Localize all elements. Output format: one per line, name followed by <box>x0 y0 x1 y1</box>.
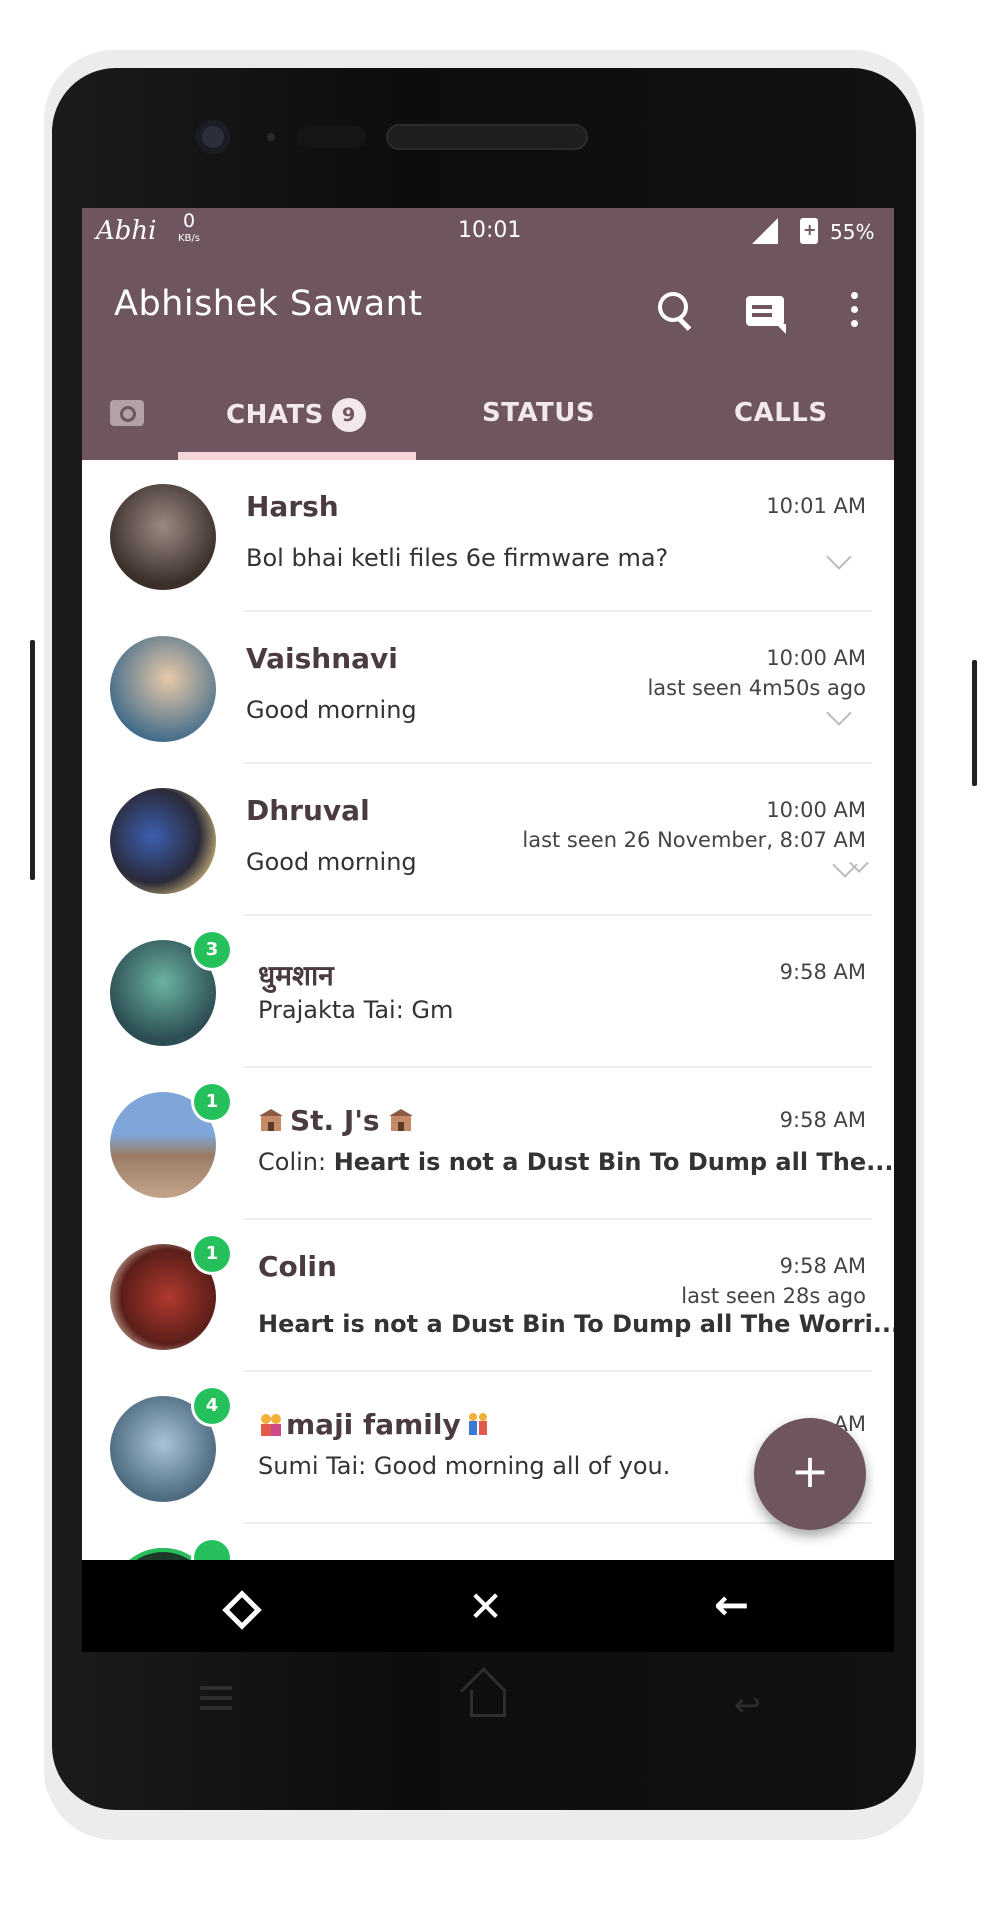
search-lens <box>658 292 688 322</box>
message-text: Heart is not a Dust Bin To Dump all The.… <box>333 1148 894 1176</box>
message-time: 10:01 AM <box>766 494 866 518</box>
sent-tick-icon <box>826 700 852 726</box>
avatar <box>110 484 216 590</box>
contact-name: Vaishnavi <box>246 642 398 675</box>
list-item[interactable]: 1 Colin 9:58 AM last seen 28s ago Heart … <box>82 1220 894 1372</box>
message-sender: Sumi Tai: <box>258 1452 374 1480</box>
list-item[interactable]: Harsh 10:01 AM Bol bhai ketli files 6e f… <box>82 460 894 612</box>
battery-percent: 55% <box>830 220 875 244</box>
network-speed: 0 KB/s <box>178 212 200 248</box>
last-message: Bol bhai ketli files 6e firmware ma? <box>246 544 669 572</box>
status-bar: Abhi 0 KB/s 10:01 55% <box>82 208 894 258</box>
front-camera <box>196 120 230 154</box>
screen: Abhi 0 KB/s 10:01 55% Abhishek Sawant CH… <box>82 208 894 1652</box>
hardware-menu-icon[interactable] <box>200 1686 232 1690</box>
tab-bar: CHATS 9 STATUS CALLS <box>82 364 894 460</box>
last-seen: last seen 28s ago <box>681 1284 866 1308</box>
search-icon[interactable] <box>650 286 700 336</box>
message-text: Heart is not a Dust Bin To Dump all The … <box>258 1310 894 1338</box>
message-time: 9:58 AM <box>779 960 866 984</box>
new-message-fab[interactable]: + <box>754 1418 866 1530</box>
unread-badge: 1 <box>194 1236 230 1272</box>
tab-chats-badge: 9 <box>331 398 366 432</box>
back-arrow-icon[interactable]: ← <box>714 1580 749 1629</box>
group-name-text: maji family <box>286 1408 461 1441</box>
sent-tick-icon <box>826 544 852 570</box>
speed-unit: KB/s <box>178 233 200 244</box>
message-text: Good morning all of you. <box>373 1452 671 1480</box>
last-seen: last seen 26 November, 8:07 AM <box>522 828 866 852</box>
proximity-sensor <box>267 133 275 141</box>
group-name: St. J's <box>258 1104 420 1137</box>
tab-status[interactable]: STATUS <box>482 398 595 428</box>
message-time: 10:00 AM <box>766 798 866 822</box>
more-vert-icon[interactable] <box>830 286 880 336</box>
group-name: धुमशान <box>258 959 334 992</box>
list-item[interactable]: 3 धुमशान 9:58 AM Prajakta Tai: Gm <box>82 916 894 1068</box>
contact-name: Harsh <box>246 490 339 523</box>
tab-chats[interactable]: CHATS 9 <box>226 398 366 432</box>
search-handle <box>676 316 692 331</box>
last-message: Good morning <box>246 848 417 876</box>
family-emoji-icon <box>258 1411 284 1437</box>
hardware-home-icon[interactable] <box>470 1690 506 1717</box>
couple-emoji-icon <box>465 1411 491 1437</box>
last-message: Heart is not a Dust Bin To Dump all The … <box>258 1310 894 1338</box>
school-emoji-icon <box>258 1107 284 1133</box>
school-emoji-icon <box>388 1107 414 1133</box>
speed-value: 0 <box>182 210 196 232</box>
new-chat-icon[interactable] <box>738 286 788 336</box>
volume-button <box>30 640 35 880</box>
carrier-label: Abhi <box>96 216 157 246</box>
app-bar: Abhishek Sawant <box>82 258 894 364</box>
list-item[interactable]: 1 St. J's 9:58 AM Colin: Heart is not a … <box>82 1068 894 1220</box>
last-message: Prajakta Tai: Gm <box>258 996 453 1024</box>
contact-name: Dhruval <box>246 794 370 827</box>
clock: 10:01 <box>458 218 522 243</box>
last-message: Colin: Heart is not a Dust Bin To Dump a… <box>258 1148 894 1176</box>
avatar <box>110 636 216 742</box>
close-icon[interactable]: ✕ <box>468 1582 503 1631</box>
message-text: Gm <box>411 996 454 1024</box>
home-diamond-icon[interactable] <box>222 1590 262 1630</box>
last-seen: last seen 4m50s ago <box>647 676 866 700</box>
list-item[interactable]: Vaishnavi 10:00 AM last seen 4m50s ago G… <box>82 612 894 764</box>
chat-list: Harsh 10:01 AM Bol bhai ketli files 6e f… <box>82 460 894 1652</box>
light-sensor <box>296 126 366 148</box>
unread-badge: 1 <box>194 1084 230 1120</box>
menu-dot <box>851 292 858 299</box>
menu-dot <box>851 306 858 313</box>
camera-icon[interactable] <box>110 400 144 426</box>
last-message: Sumi Tai: Good morning all of you. <box>258 1452 670 1480</box>
active-tab-indicator <box>178 452 416 460</box>
battery-icon <box>800 218 818 244</box>
earpiece-speaker <box>386 124 588 150</box>
list-item[interactable]: Dhruval 10:00 AM last seen 26 November, … <box>82 764 894 916</box>
avatar <box>110 788 216 894</box>
unread-badge: 4 <box>194 1388 230 1424</box>
app-title: Abhishek Sawant <box>114 284 423 324</box>
last-message: Good morning <box>246 696 417 724</box>
message-sender: Colin: <box>258 1148 334 1176</box>
chat-bubble-shape <box>746 296 786 334</box>
power-button <box>972 660 977 786</box>
message-time: 9:58 AM <box>779 1254 866 1278</box>
menu-dot <box>851 320 858 327</box>
group-name: maji family <box>258 1408 497 1441</box>
navigation-bar: ✕ ← <box>82 1560 894 1652</box>
contact-name: Colin <box>258 1250 337 1283</box>
hardware-back-icon[interactable]: ↩ <box>734 1686 761 1724</box>
tab-calls[interactable]: CALLS <box>734 398 828 428</box>
message-sender: Prajakta Tai: <box>258 996 412 1024</box>
tab-chats-label: CHATS <box>226 400 324 430</box>
message-time: 9:58 AM <box>779 1108 866 1132</box>
unread-badge: 3 <box>194 932 230 968</box>
group-name-text: St. J's <box>290 1104 380 1137</box>
message-time: 10:00 AM <box>766 646 866 670</box>
signal-icon <box>752 218 778 244</box>
